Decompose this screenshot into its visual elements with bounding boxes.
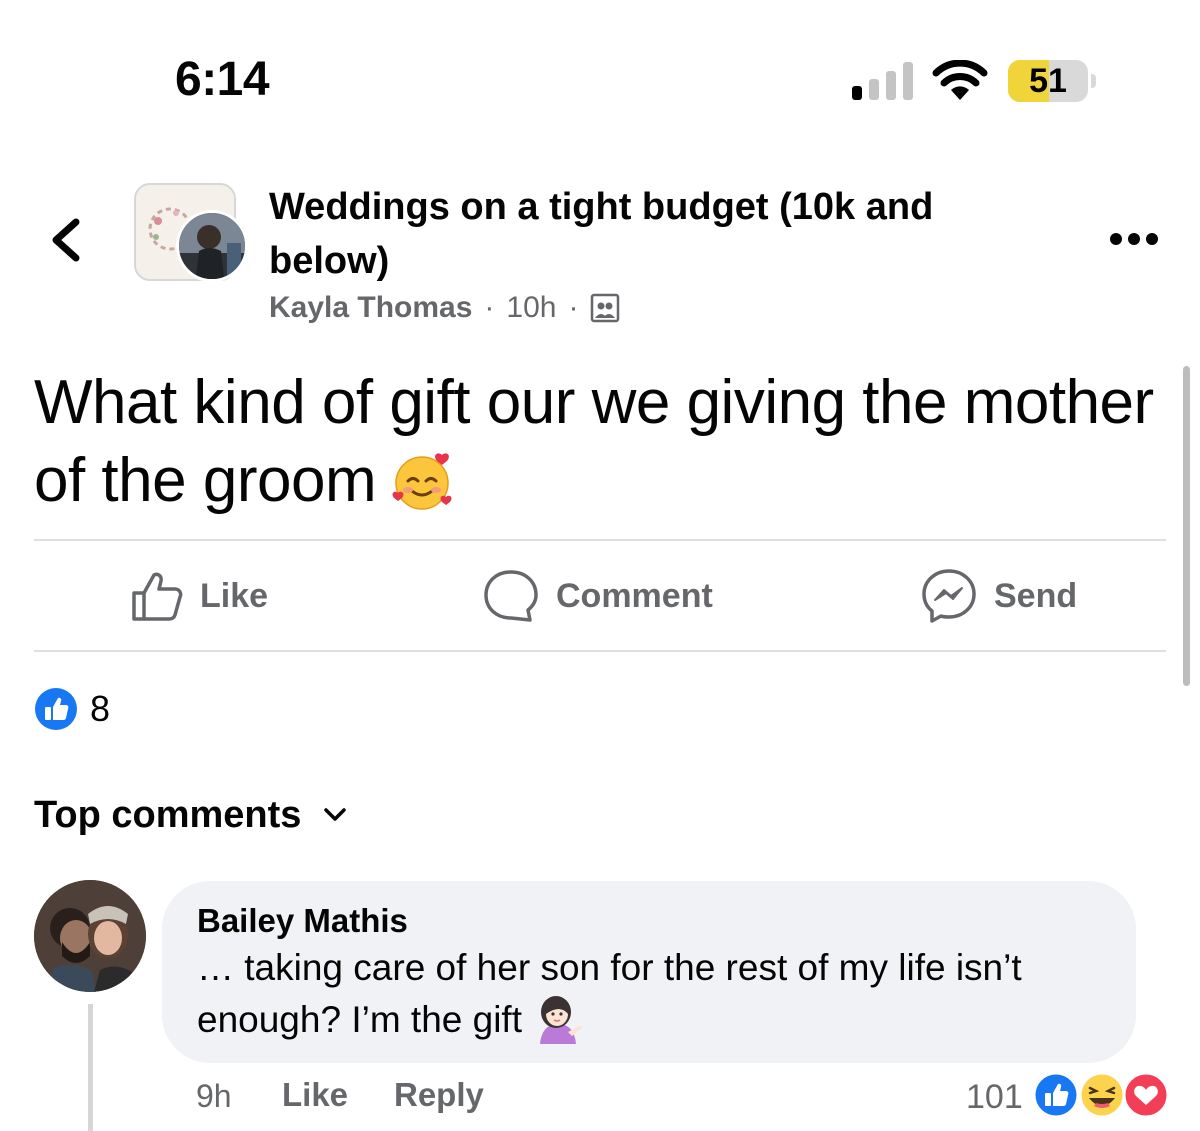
comment-reply-button[interactable]: Reply	[394, 1076, 484, 1114]
thread-line	[88, 1004, 93, 1131]
commenter-avatar[interactable]	[34, 880, 146, 992]
chevron-down-icon	[324, 808, 347, 821]
wifi-icon	[932, 60, 988, 100]
divider-top	[34, 539, 1166, 541]
post-detail-screen: 6:14 51 Weddings on a tight budget (10k …	[0, 0, 1200, 1131]
comment-reactions[interactable]	[1028, 1070, 1172, 1120]
post-text: What kind of gift our we giving the moth…	[34, 364, 1174, 520]
group-name[interactable]: Weddings on a tight budget (10k and belo…	[269, 180, 1009, 288]
battery-indicator: 51	[1008, 60, 1096, 102]
like-reaction-icon	[35, 688, 77, 730]
like-button[interactable]: Like	[130, 566, 268, 626]
battery-body: 51	[1008, 60, 1088, 102]
comment-bubble-icon	[484, 570, 538, 622]
send-label: Send	[994, 576, 1078, 615]
author-avatar[interactable]	[176, 210, 248, 282]
like-label: Like	[200, 576, 269, 615]
sort-label: Top comments	[34, 793, 302, 836]
meta-separator: ·	[568, 291, 579, 324]
comment-timestamp: 9h	[196, 1078, 232, 1114]
commenter-name[interactable]: Bailey Mathis	[197, 902, 408, 940]
comment-text: … taking care of her son for the rest of…	[197, 942, 1117, 1046]
smiling-face-with-hearts-icon	[392, 453, 452, 510]
messenger-icon	[922, 569, 976, 623]
reaction-summary[interactable]: 8	[34, 686, 110, 732]
reaction-count: 8	[90, 688, 111, 729]
divider-bottom	[34, 650, 1166, 652]
thumbs-up-outline-icon	[132, 572, 183, 621]
commenter-photo	[34, 880, 146, 992]
meta-separator: ·	[484, 291, 495, 324]
battery-level: 51	[1029, 62, 1067, 100]
cellular-signal-icon	[852, 62, 913, 100]
members-only-icon	[591, 293, 620, 323]
post-meta: Kayla Thomas · 10h ·	[269, 288, 620, 328]
status-time: 6:14	[175, 53, 270, 106]
person-tipping-hand-icon	[540, 996, 583, 1044]
post-timestamp[interactable]: 10h	[506, 291, 556, 325]
like-reaction-icon	[1032, 1071, 1080, 1119]
couple-photo	[179, 213, 245, 279]
author-name[interactable]: Kayla Thomas	[269, 291, 472, 325]
send-button[interactable]: Send	[920, 566, 1077, 626]
battery-cap	[1091, 74, 1096, 88]
comment-button[interactable]: Comment	[482, 566, 713, 626]
comment-sort-dropdown[interactable]: Top comments	[34, 790, 347, 840]
more-options-icon[interactable]	[1108, 228, 1160, 250]
comment-like-button[interactable]: Like	[282, 1076, 348, 1114]
back-button[interactable]	[44, 214, 88, 266]
comment-label: Comment	[556, 576, 713, 615]
haha-reaction-icon	[1078, 1071, 1126, 1119]
scrollbar[interactable]	[1183, 366, 1190, 686]
post-text-content: What kind of gift our we giving the moth…	[34, 368, 1154, 515]
comment-text-content: … taking care of her son for the rest of…	[197, 947, 1022, 1040]
love-reaction-icon	[1122, 1071, 1170, 1119]
comment-reaction-count[interactable]: 101	[966, 1078, 1023, 1117]
